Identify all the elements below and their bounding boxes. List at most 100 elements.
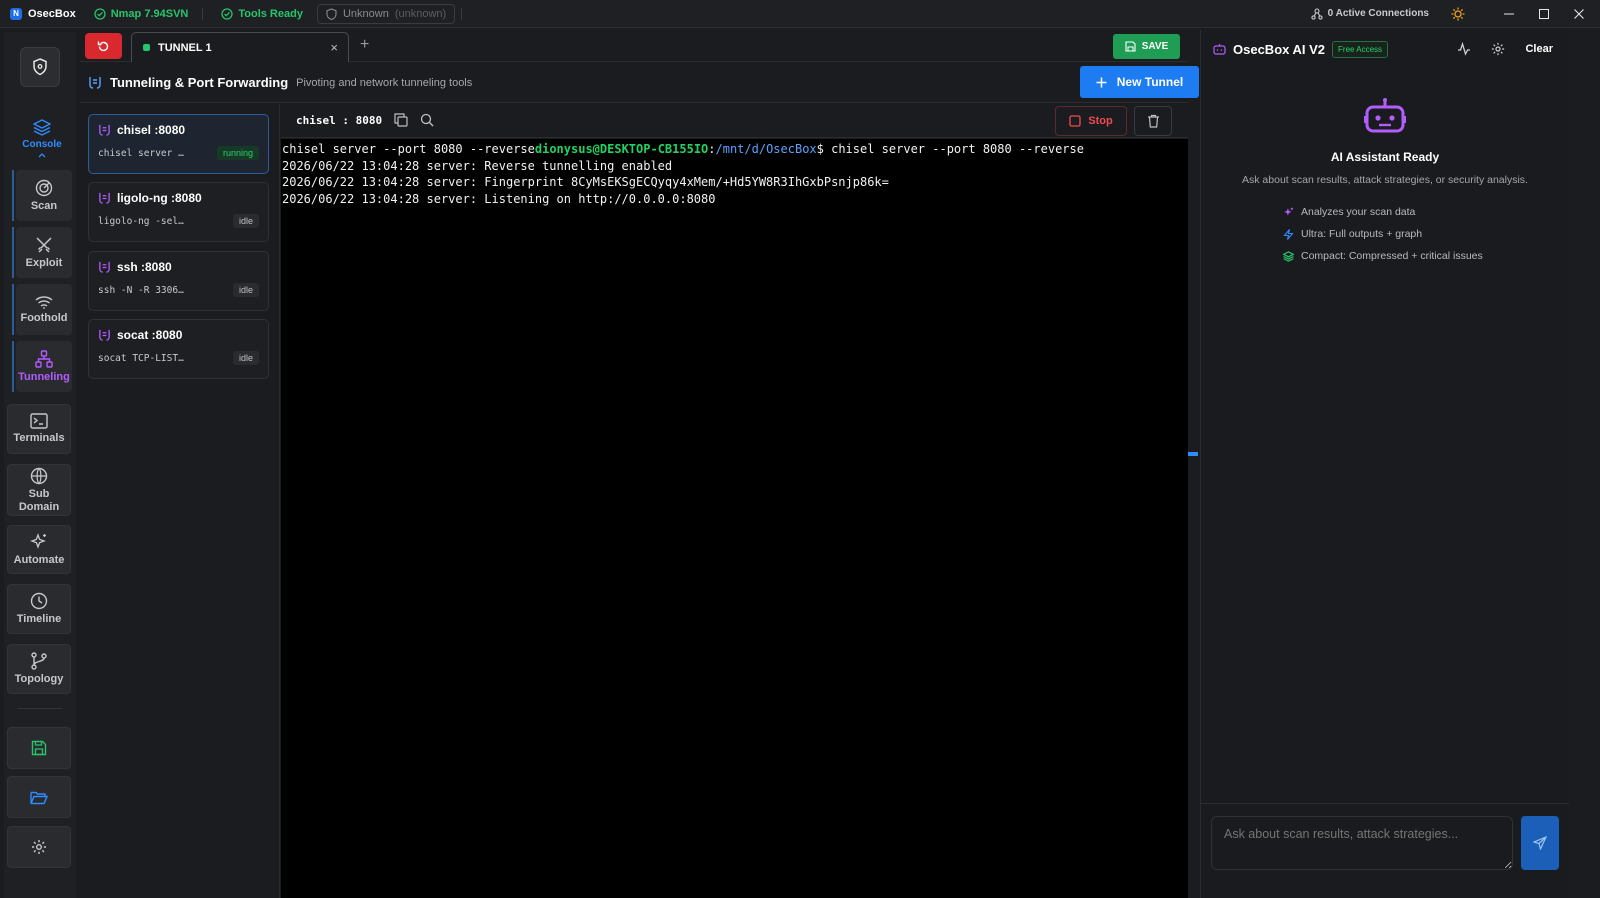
- crossed-swords-icon: [36, 237, 52, 253]
- terminal-line: 2026/06/22 13:04:28 server: Fingerprint …: [282, 175, 889, 189]
- radar-icon: [35, 179, 53, 197]
- tunnel-name: socat :8080: [117, 328, 183, 342]
- new-tunnel-button[interactable]: New Tunnel: [1080, 66, 1199, 98]
- ai-panel-header: OsecBox AI V2 Free Access Clear: [1201, 30, 1569, 68]
- new-tunnel-label: New Tunnel: [1116, 75, 1184, 89]
- nav-subdomain[interactable]: Sub Domain: [7, 464, 71, 516]
- floppy-disk-icon: [31, 740, 47, 756]
- minimize-button[interactable]: [1491, 0, 1526, 28]
- nav-foothold[interactable]: Foothold: [12, 284, 72, 335]
- minimize-icon: [1503, 13, 1514, 14]
- status-badge: idle: [232, 214, 259, 228]
- tools-status-label: Tools Ready: [238, 7, 303, 20]
- page-subtitle: Pivoting and network tunneling tools: [296, 76, 473, 89]
- ai-input-area: [1201, 803, 1569, 898]
- theme-toggle[interactable]: [1451, 7, 1465, 21]
- tab-tunnel-1[interactable]: TUNNEL 1 ×: [131, 32, 349, 62]
- lightning-icon: [1283, 228, 1294, 240]
- close-icon: [1573, 8, 1584, 19]
- host-name: Unknown: [342, 7, 389, 20]
- nmap-status: Nmap 7.94SVN: [94, 7, 189, 20]
- host-detail: (unknown): [394, 7, 447, 20]
- app-name: OsecBox: [28, 7, 76, 20]
- nav-topology[interactable]: Topology: [7, 644, 71, 694]
- tunnel-card-ligolo[interactable]: ligolo-ng :8080 ligolo-ng -sel… idle: [88, 182, 269, 242]
- ai-ready-title: AI Assistant Ready: [1330, 150, 1440, 164]
- shield-icon: [33, 58, 47, 76]
- save-button[interactable]: SAVE: [1113, 34, 1180, 59]
- terminal-title: chisel : 8080: [296, 114, 383, 127]
- activity-icon[interactable]: [1457, 42, 1471, 56]
- ai-assistant-panel: OsecBox AI V2 Free Access Clear AI Assis…: [1200, 30, 1569, 898]
- robot-icon: [1213, 44, 1226, 55]
- active-connections[interactable]: 0 Active Connections: [1311, 7, 1429, 20]
- ai-chat-input[interactable]: [1211, 816, 1513, 870]
- save-label: SAVE: [1141, 41, 1169, 52]
- nav-exploit[interactable]: Exploit: [12, 227, 72, 278]
- feature-item: Analyzes your scan data: [1283, 201, 1483, 223]
- clear-button[interactable]: Clear: [1525, 43, 1553, 55]
- nav-tunneling-label: Tunneling: [18, 371, 70, 383]
- connections-label: 0 Active Connections: [1327, 8, 1429, 19]
- tunnel-card-chisel[interactable]: chisel :8080 chisel server … running: [88, 114, 269, 174]
- page-header: Tunneling & Port Forwarding Pivoting and…: [80, 63, 1199, 103]
- page-title: Tunneling & Port Forwarding: [110, 75, 289, 90]
- delete-tunnel-button[interactable]: [1134, 106, 1172, 136]
- send-button[interactable]: [1521, 816, 1559, 870]
- terminal-icon: [30, 413, 48, 429]
- nav-terminals[interactable]: Terminals: [7, 404, 71, 454]
- nav-automate[interactable]: Automate: [7, 525, 71, 574]
- tab-close-icon[interactable]: ×: [330, 40, 338, 55]
- add-tab-button[interactable]: +: [360, 36, 369, 54]
- search-icon[interactable]: [420, 113, 434, 127]
- left-nav-rail: Console Scan Exploit Foothold Tunneling …: [4, 32, 76, 898]
- robot-icon: [1364, 98, 1406, 133]
- tab-label: TUNNEL 1: [158, 41, 212, 54]
- console-sub-nav: Scan Exploit Foothold Tunneling: [12, 170, 74, 398]
- terminal-header: chisel : 8080 Stop: [281, 104, 1188, 138]
- nmap-status-label: Nmap 7.94SVN: [110, 7, 189, 20]
- save-project-button[interactable]: [7, 727, 71, 769]
- tunnel-icon: [99, 192, 110, 204]
- close-window-button[interactable]: [1561, 0, 1596, 28]
- shield-home-button[interactable]: [20, 47, 60, 87]
- terminal-line: chisel server --port 8080 --reversediony…: [282, 141, 1188, 158]
- tunnel-card-ssh[interactable]: ssh :8080 ssh -N -R 3306… idle: [88, 251, 269, 311]
- stop-square-icon: [1069, 115, 1081, 127]
- gear-icon[interactable]: [1491, 42, 1505, 56]
- panel-resize-handle[interactable]: [1188, 452, 1198, 456]
- nav-tunneling[interactable]: Tunneling: [12, 341, 72, 392]
- nav-timeline[interactable]: Timeline: [7, 584, 71, 634]
- globe-icon: [30, 467, 48, 484]
- terminal-output[interactable]: chisel server --port 8080 --reversediony…: [281, 139, 1188, 898]
- settings-button[interactable]: [7, 826, 71, 868]
- app-logo-icon: N: [10, 7, 22, 20]
- floppy-disk-icon: [1125, 41, 1136, 52]
- chevron-up-icon: [38, 152, 46, 157]
- nav-timeline-label: Timeline: [16, 613, 62, 625]
- nav-exploit-label: Exploit: [25, 257, 63, 269]
- stop-button[interactable]: Stop: [1055, 106, 1127, 136]
- echo-command: chisel server --port 8080 --reverse: [282, 142, 535, 156]
- reset-button[interactable]: [85, 33, 122, 59]
- git-branch-icon: [31, 652, 47, 670]
- copy-icon[interactable]: [394, 113, 408, 127]
- tunnel-command: socat TCP-LIST…: [98, 352, 184, 364]
- tunnel-list: chisel :8080 chisel server … running lig…: [80, 104, 280, 898]
- maximize-button[interactable]: [1526, 0, 1561, 28]
- tunnel-card-socat[interactable]: socat :8080 socat TCP-LIST… idle: [88, 319, 269, 379]
- check-circle-icon: [221, 7, 234, 20]
- target-host-selector[interactable]: Unknown (unknown): [316, 3, 456, 24]
- feature-item: Compact: Compressed + critical issues: [1283, 245, 1483, 267]
- feature-label: Compact: Compressed + critical issues: [1301, 250, 1483, 262]
- ai-feature-list: Analyzes your scan data Ultra: Full outp…: [1283, 201, 1483, 267]
- network-icon: [35, 350, 53, 368]
- status-badge: idle: [232, 283, 259, 297]
- shield-icon: [326, 7, 337, 20]
- ai-ready-description: Ask about scan results, attack strategie…: [1242, 174, 1528, 186]
- tunnel-name: ssh :8080: [117, 260, 172, 274]
- terminal-line: 2026/06/22 13:04:28 server: Reverse tunn…: [282, 158, 673, 173]
- open-project-button[interactable]: [7, 776, 71, 818]
- nav-scan[interactable]: Scan: [12, 170, 72, 221]
- nav-console[interactable]: Console: [10, 112, 74, 164]
